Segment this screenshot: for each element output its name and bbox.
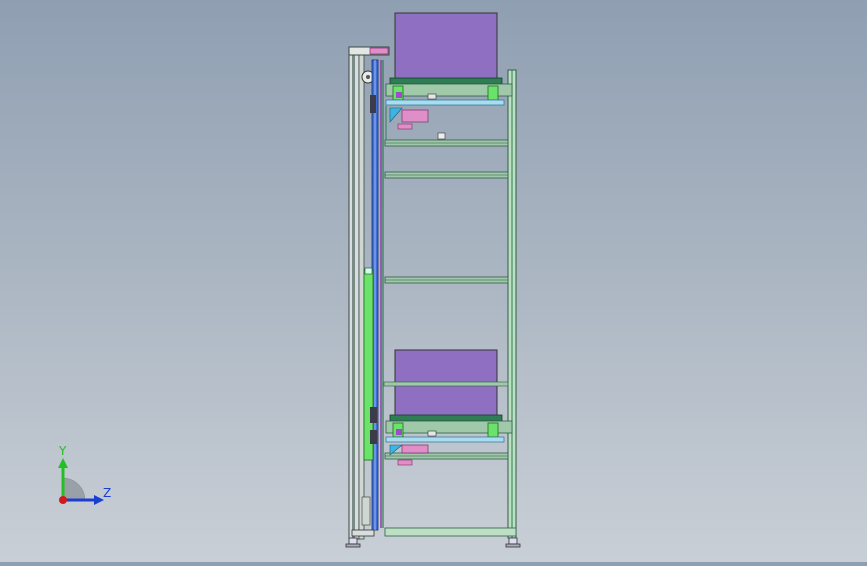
cad-graphics-viewport[interactable]: Y Z: [0, 0, 867, 562]
lower-carriage: [383, 349, 513, 466]
y-axis-label: Y: [58, 444, 67, 458]
upper-carriage: [385, 12, 513, 140]
z-axis-label: Z: [103, 486, 111, 500]
model-view[interactable]: Y Z: [0, 0, 867, 562]
axis-triad[interactable]: Y Z: [58, 444, 111, 505]
origin-marker: [59, 496, 67, 504]
upper-payload-box: [394, 12, 498, 81]
left-column-assembly: [348, 46, 390, 540]
